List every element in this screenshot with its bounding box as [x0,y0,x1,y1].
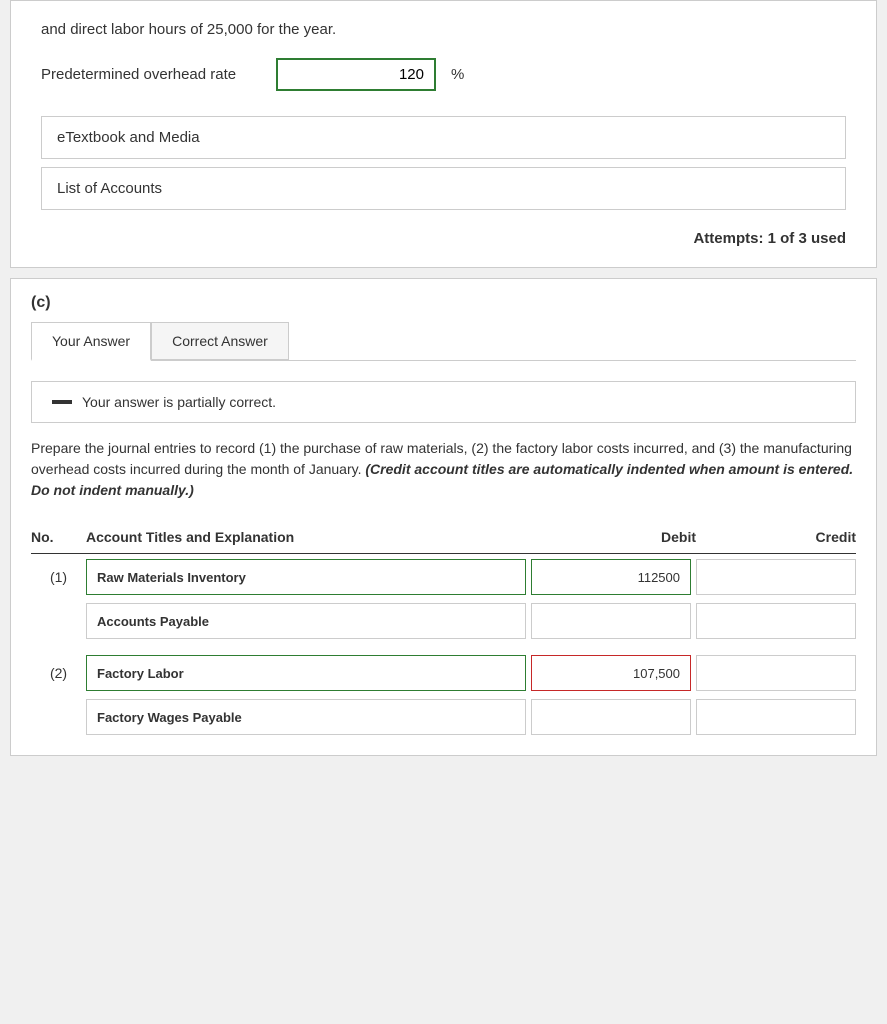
row-3-no: (2) [31,665,86,681]
row-2-credit-input[interactable] [696,603,856,639]
table-row: (2) [31,655,856,691]
tabs-container: Your Answer Correct Answer [31,322,856,361]
overhead-rate-row: Predetermined overhead rate % [41,58,846,91]
overhead-rate-input[interactable] [276,58,436,91]
header-account: Account Titles and Explanation [86,529,536,545]
row-4-account-input[interactable] [86,699,526,735]
dash-icon [52,400,72,404]
percent-symbol: % [451,66,464,83]
row-1-no: (1) [31,569,86,585]
status-text: Your answer is partially correct. [82,394,276,410]
tab-correct-answer[interactable]: Correct Answer [151,322,289,360]
table-header: No. Account Titles and Explanation Debit… [31,521,856,554]
list-of-accounts-button[interactable]: List of Accounts [41,167,846,210]
part-label: (c) [11,279,876,322]
row-2-account-input[interactable] [86,603,526,639]
top-section: and direct labor hours of 25,000 for the… [10,0,877,268]
part-c-section: (c) Your Answer Correct Answer Your answ… [10,278,877,756]
table-row: (1) [31,559,856,595]
row-4-debit-input[interactable] [531,699,691,735]
header-credit: Credit [696,529,856,545]
overhead-rate-label: Predetermined overhead rate [41,66,261,83]
journal-table: No. Account Titles and Explanation Debit… [31,521,856,735]
row-3-credit-input[interactable] [696,655,856,691]
row-1-account-input[interactable] [86,559,526,595]
row-1-credit-input[interactable] [696,559,856,595]
tab-your-answer[interactable]: Your Answer [31,322,151,361]
row-4-credit-input[interactable] [696,699,856,735]
answer-status-box: Your answer is partially correct. [31,381,856,423]
header-no: No. [31,529,86,545]
table-row [31,603,856,639]
row-2-debit-input[interactable] [531,603,691,639]
question-text: Prepare the journal entries to record (1… [31,438,856,501]
header-debit: Debit [536,529,696,545]
row-3-debit-input[interactable] [531,655,691,691]
attempts-row: Attempts: 1 of 3 used [41,230,846,247]
row-3-account-input[interactable] [86,655,526,691]
attempts-text: Attempts: 1 of 3 used [693,230,846,247]
row-1-debit-input[interactable] [531,559,691,595]
page-container: and direct labor hours of 25,000 for the… [0,0,887,756]
table-row [31,699,856,735]
spacer [31,647,856,655]
intro-text: and direct labor hours of 25,000 for the… [41,21,846,38]
etextbook-button[interactable]: eTextbook and Media [41,116,846,159]
